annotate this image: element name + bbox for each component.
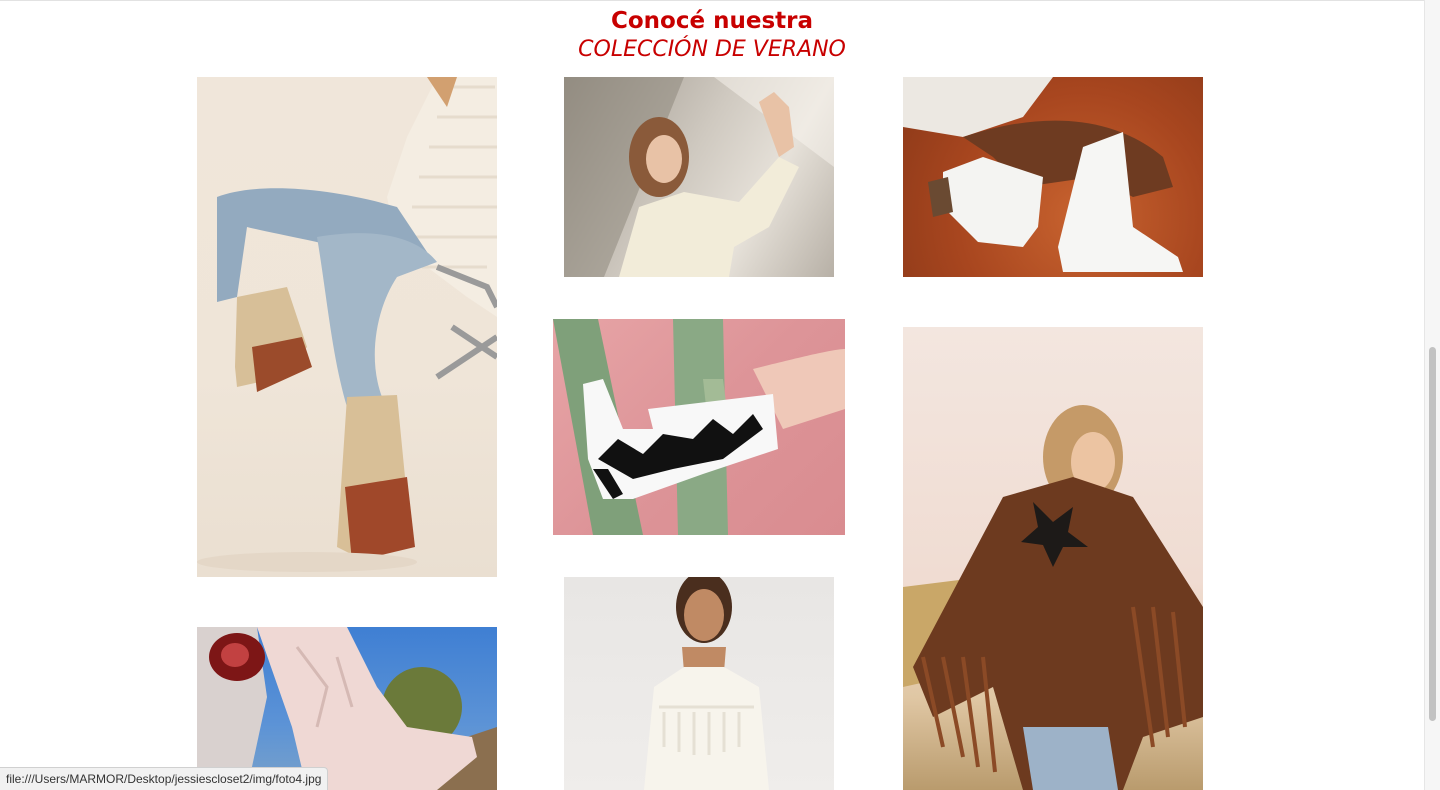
page-scrollbar[interactable] xyxy=(1424,0,1440,790)
gallery-photo-seated-boots[interactable] xyxy=(197,77,497,577)
photo-white-boots-art xyxy=(903,77,1183,272)
photo-pink-boot-art xyxy=(197,627,497,790)
photo-cactus-boot-art xyxy=(553,319,845,535)
gallery-photo-fringe-jacket[interactable] xyxy=(903,327,1203,790)
gallery-photo-white-boots-desert[interactable] xyxy=(903,77,1203,277)
collection-heading: Conocé nuestra COLECCIÓN DE VERANO xyxy=(0,6,1424,64)
gallery-photo-pink-boot[interactable] xyxy=(197,627,497,790)
photo-white-shirt-art xyxy=(644,577,769,790)
scrollbar-thumb[interactable] xyxy=(1429,347,1436,721)
photo-fringe-jacket-art xyxy=(903,405,1203,790)
gallery-photo-white-fringe-shirt[interactable] xyxy=(564,577,834,790)
photo-sunlit-blouse-art xyxy=(564,77,834,277)
gallery-photo-sunlit-blouse[interactable] xyxy=(564,77,834,277)
photo-seated-boots-art xyxy=(197,77,497,572)
top-divider xyxy=(0,0,1424,1)
heading-title: Conocé nuestra xyxy=(611,8,813,34)
link-status-bar: file:///Users/MARMOR/Desktop/jessiesclos… xyxy=(0,767,329,790)
gallery-photo-cactus-boot[interactable] xyxy=(553,319,845,535)
heading-subtitle: COLECCIÓN DE VERANO xyxy=(578,37,846,62)
